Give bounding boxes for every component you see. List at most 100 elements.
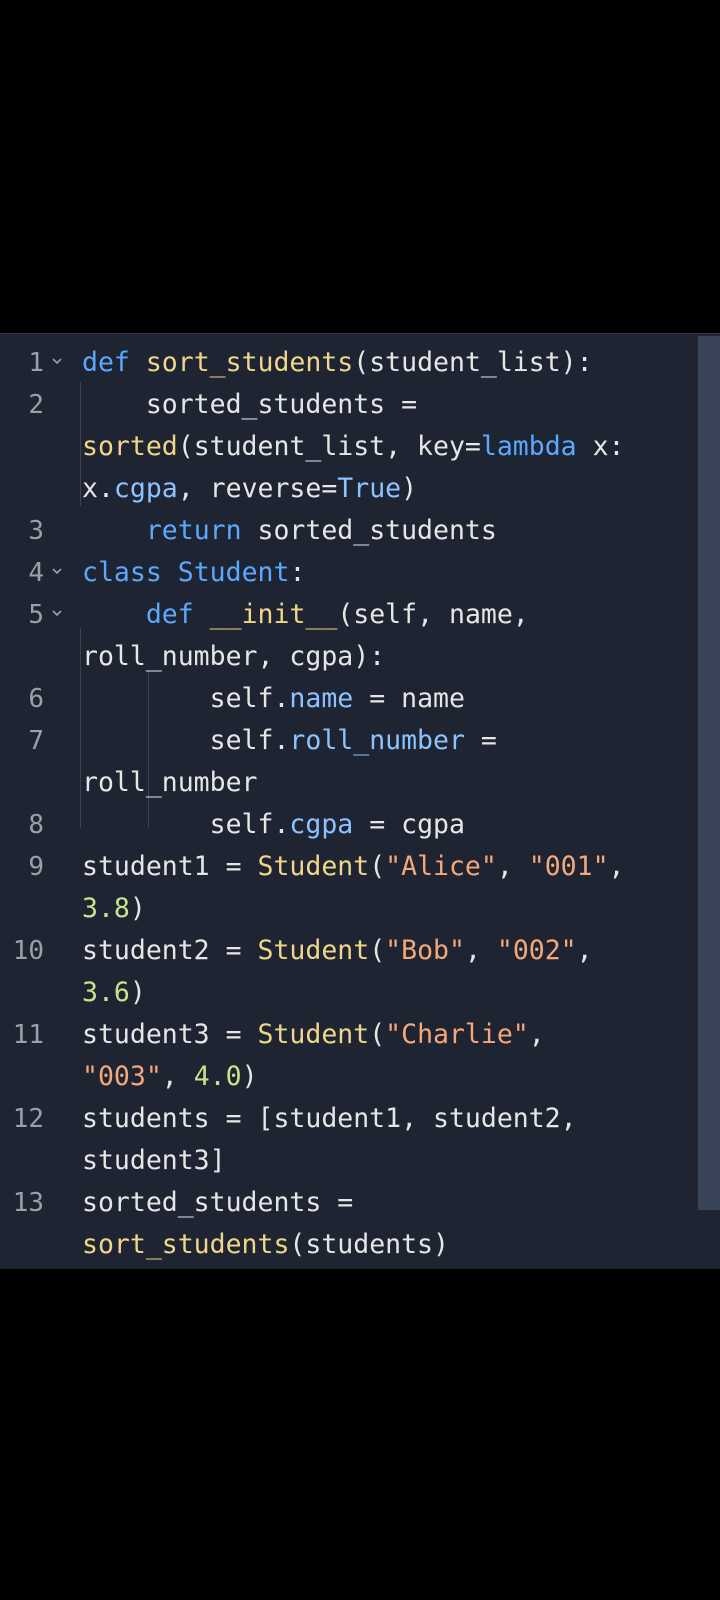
code-token: , reverse= (177, 473, 338, 504)
code-token: student3 = (82, 1019, 258, 1050)
code-token: 4.0 (193, 1061, 242, 1092)
code-line[interactable]: 6 self.name = name (28, 678, 692, 720)
code-token: def (82, 347, 130, 378)
code-token: x. (82, 473, 114, 504)
code-content[interactable]: 1 def sort_students(student_list): 2 sorte… (13, 342, 692, 1266)
code-token: "Bob" (385, 935, 465, 966)
line-number: 9 (28, 852, 44, 882)
code-token: (student_list, key= (177, 431, 481, 462)
fold-chevron-icon[interactable] (50, 606, 64, 620)
code-token: Student (257, 1019, 370, 1050)
code-line[interactable]: 9 student1 = Student("Alice", "001", (28, 846, 692, 888)
line-number: 10 (12, 936, 44, 966)
code-token: sort_students (145, 347, 354, 378)
code-line[interactable]: 8 self.cgpa = cgpa (28, 804, 692, 846)
code-token: roll_number, cgpa): (82, 641, 386, 672)
code-line[interactable]: 11 student3 = Student("Charlie", (13, 1014, 692, 1056)
code-token: self. (82, 725, 290, 756)
line-number: 13 (12, 1188, 44, 1218)
code-line[interactable]: 12 students = [student1, student2, (13, 1098, 692, 1140)
code-token: students = [student1, student2, (82, 1103, 577, 1134)
code-token: ( (369, 1019, 386, 1050)
code-token: = name (353, 683, 465, 714)
code-line[interactable]: roll_number, cgpa): (82, 636, 692, 678)
code-token: ) (241, 1061, 258, 1092)
code-token: self. (82, 683, 290, 714)
fold-chevron-icon[interactable] (50, 354, 64, 368)
code-token: = (464, 725, 513, 756)
code-line[interactable]: roll_number (82, 762, 692, 804)
code-token: sorted (82, 431, 178, 462)
code-editor[interactable]: 1 def sort_students(student_list): 2 sorte… (0, 333, 720, 1269)
line-number: 1 (28, 348, 44, 378)
code-token: (student_list): (353, 347, 593, 378)
code-line[interactable]: 7 self.roll_number = (28, 720, 692, 762)
code-line[interactable]: 3.8) (82, 888, 692, 930)
code-token: Student (177, 557, 290, 588)
indent-guide (80, 382, 81, 506)
code-line[interactable]: sort_students(students) (82, 1224, 692, 1266)
code-token: lambda (480, 431, 577, 462)
code-line[interactable]: 13 sorted_students = (13, 1182, 692, 1224)
code-token: , (608, 851, 625, 882)
code-token: 3.8 (82, 893, 130, 924)
code-line[interactable]: 4 class Student: (28, 552, 692, 594)
code-token: sorted_students = (82, 389, 433, 420)
line-number: 2 (28, 390, 44, 420)
code-token: "Charlie" (385, 1019, 529, 1050)
code-token: ( (369, 851, 386, 882)
vertical-scrollbar[interactable] (698, 336, 720, 1210)
code-line[interactable]: 5 def __init__(self, name, (28, 594, 692, 636)
code-token: (students) (289, 1229, 449, 1260)
code-token: = cgpa (353, 809, 465, 840)
code-line[interactable]: x.cgpa, reverse=True) (82, 468, 692, 510)
code-token: roll_number (82, 767, 258, 798)
code-token: cgpa (113, 473, 178, 504)
line-number: 12 (12, 1104, 44, 1134)
fold-chevron-icon[interactable] (50, 564, 64, 578)
code-token: sorted_students = (82, 1187, 370, 1218)
code-line[interactable]: sorted(student_list, key=lambda x: (82, 426, 692, 468)
code-token: , (464, 935, 497, 966)
code-token: , (161, 1061, 194, 1092)
code-token: class (82, 557, 162, 588)
code-token: return (145, 515, 242, 546)
code-line[interactable]: 1 def sort_students(student_list): (28, 342, 692, 384)
code-token: ) (401, 473, 418, 504)
code-line[interactable]: "003", 4.0) (82, 1056, 692, 1098)
code-token: x: (576, 431, 625, 462)
line-number: 11 (12, 1020, 44, 1050)
code-token: self. (82, 809, 290, 840)
code-token: 3.6 (82, 977, 130, 1008)
code-token: ( (369, 935, 386, 966)
code-token: __init__ (209, 599, 338, 630)
code-token: ) (129, 977, 146, 1008)
code-token: , (576, 935, 593, 966)
code-token: sorted_students (241, 515, 497, 546)
code-token: Student (257, 851, 370, 882)
code-token: Student (257, 935, 370, 966)
code-line[interactable]: 2 sorted_students = (28, 384, 692, 426)
code-line[interactable]: 3 return sorted_students (28, 510, 692, 552)
code-token: def (145, 599, 194, 630)
code-token: "001" (528, 851, 609, 882)
code-token: , (496, 851, 529, 882)
code-line[interactable]: student3] (82, 1140, 692, 1182)
line-number: 8 (28, 810, 44, 840)
code-token: roll_number (289, 725, 465, 756)
code-token: name (289, 683, 354, 714)
line-number: 6 (28, 684, 44, 714)
code-line[interactable]: 10 student2 = Student("Bob", "002", (13, 930, 692, 972)
line-number: 5 (28, 600, 44, 630)
code-token: "002" (496, 935, 577, 966)
code-line[interactable]: 3.6) (82, 972, 692, 1014)
code-token: cgpa (289, 809, 354, 840)
code-token: : (289, 557, 306, 588)
line-number: 7 (28, 726, 44, 756)
code-token: sort_students (82, 1229, 290, 1260)
code-token: student3] (82, 1145, 226, 1176)
